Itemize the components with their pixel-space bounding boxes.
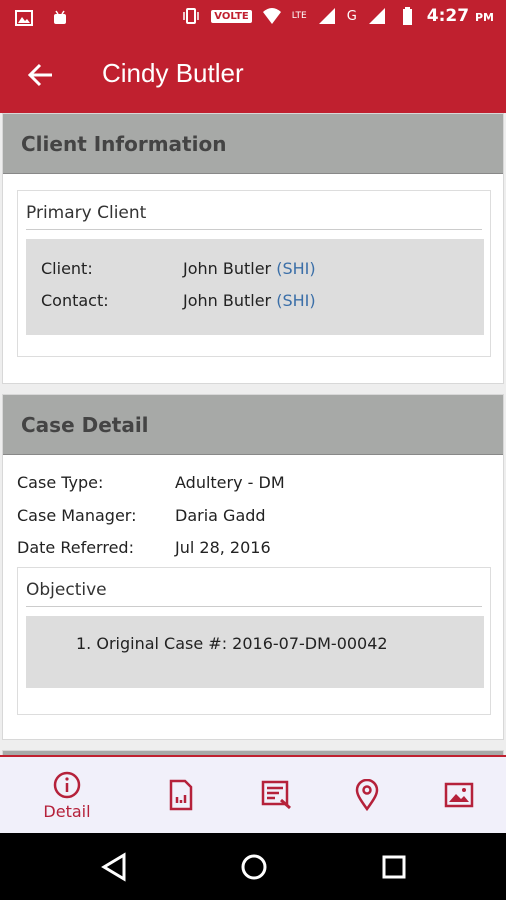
primary-client-panel: Client: John Butler (SHI) Contact: John … — [26, 239, 484, 335]
notes-icon — [261, 780, 291, 810]
detail-content[interactable]: Client Information Primary Client Client… — [0, 113, 506, 755]
wifi-icon — [262, 8, 281, 24]
app-bar: Cindy Butler — [0, 36, 506, 113]
date-referred-label: Date Referred: — [17, 538, 134, 557]
bottom-navigation: Detail — [0, 755, 506, 833]
objective-item: 1. Original Case #: 2016-07-DM-00042 — [76, 634, 388, 653]
nav-notes[interactable] — [232, 757, 322, 833]
objective-title: Objective — [26, 568, 482, 607]
contact-label: Contact: — [41, 291, 109, 310]
case-type-label: Case Type: — [17, 473, 104, 492]
android-notification-icon — [54, 10, 66, 24]
client-value: John Butler (SHI) — [183, 259, 316, 278]
nav-images[interactable] — [414, 757, 504, 833]
contact-shi-link[interactable]: (SHI) — [276, 291, 315, 310]
volte-badge: VOLTE — [211, 9, 252, 23]
case-detail-card: Case Detail Case Type: Adultery - DM Cas… — [2, 394, 504, 740]
system-recents-icon[interactable] — [378, 851, 410, 883]
case-manager-value: Daria Gadd — [175, 506, 266, 525]
report-icon — [169, 779, 193, 811]
signal-icon-1 — [318, 8, 335, 24]
nav-detail[interactable]: Detail — [22, 757, 112, 833]
system-back-icon[interactable] — [98, 851, 130, 883]
primary-client-box: Primary Client Client: John Butler (SHI)… — [17, 190, 491, 357]
case-type-row: Case Type: Adultery - DM — [17, 473, 487, 495]
g-label: G — [346, 8, 357, 24]
location-icon — [355, 779, 379, 811]
client-row: Client: John Butler (SHI) — [41, 259, 471, 281]
vibrate-icon — [183, 8, 200, 24]
info-icon — [53, 771, 81, 798]
objective-box: Objective 1. Original Case #: 2016-07-DM… — [17, 567, 491, 715]
date-referred-row: Date Referred: Jul 28, 2016 — [17, 538, 487, 560]
case-manager-row: Case Manager: Daria Gadd — [17, 506, 487, 528]
back-arrow-icon[interactable] — [26, 60, 56, 90]
lte-label: LTE — [291, 11, 307, 21]
image-icon — [444, 782, 474, 808]
clock: 4:27 PM — [426, 6, 494, 26]
gallery-notification-icon — [15, 10, 33, 26]
date-referred-value: Jul 28, 2016 — [175, 538, 271, 557]
status-bar: VOLTE LTE G 4:27 PM — [0, 0, 506, 36]
client-shi-link[interactable]: (SHI) — [276, 259, 315, 278]
client-information-header: Client Information — [3, 114, 503, 174]
battery-icon — [402, 7, 412, 25]
signal-icon-2 — [368, 8, 385, 24]
system-home-icon[interactable] — [238, 851, 270, 883]
contact-value: John Butler (SHI) — [183, 291, 316, 310]
page-title: Cindy Butler — [102, 58, 244, 88]
system-navigation-bar — [0, 833, 506, 900]
case-type-value: Adultery - DM — [175, 473, 285, 492]
client-label: Client: — [41, 259, 93, 278]
case-detail-header: Case Detail — [3, 395, 503, 455]
case-manager-label: Case Manager: — [17, 506, 137, 525]
nav-location[interactable] — [322, 757, 412, 833]
nav-report[interactable] — [136, 757, 226, 833]
nav-detail-label: Detail — [43, 801, 91, 821]
client-information-card: Client Information Primary Client Client… — [2, 113, 504, 384]
objective-panel: 1. Original Case #: 2016-07-DM-00042 — [26, 616, 484, 688]
primary-client-title: Primary Client — [26, 191, 482, 230]
contact-row: Contact: John Butler (SHI) — [41, 291, 471, 313]
